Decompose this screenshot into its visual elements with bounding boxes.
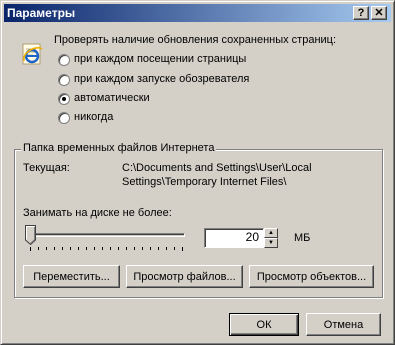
- spin-down-arrow-icon: ▼: [268, 240, 274, 246]
- settings-dialog: Параметры ? ✕ Проверять наличие обновлен…: [0, 0, 395, 345]
- option-label: автоматически: [74, 92, 150, 104]
- spin-down-button[interactable]: ▼: [264, 238, 278, 248]
- ok-button[interactable]: ОК: [229, 313, 299, 336]
- slider-tick: [46, 247, 47, 250]
- slider-tick: [78, 247, 79, 250]
- slider-tick: [110, 247, 111, 250]
- disk-space-label: Занимать на диске не более:: [23, 207, 172, 219]
- size-unit-label: МБ: [294, 232, 311, 244]
- slider-tick: [142, 247, 143, 250]
- help-button[interactable]: ?: [353, 6, 369, 20]
- slider-tick: [102, 247, 103, 250]
- option-label: при каждом запуске обозревателя: [74, 73, 250, 85]
- close-icon: ✕: [374, 6, 384, 19]
- spin-up-button[interactable]: ▲: [264, 228, 278, 238]
- cancel-button[interactable]: Отмена: [306, 313, 381, 336]
- slider-tick: [38, 247, 39, 250]
- view-files-button[interactable]: Просмотр файлов...: [126, 265, 243, 288]
- temp-files-group-label: Папка временных файлов Интернета: [21, 142, 217, 154]
- slider-tick: [174, 247, 175, 250]
- slider-tick: [166, 247, 167, 250]
- slider-tick: [182, 247, 183, 251]
- current-folder-path-line2: Settings\Temporary Internet Files\: [122, 176, 287, 188]
- slider-tick: [150, 247, 151, 250]
- radio-automatic[interactable]: [58, 93, 70, 105]
- disk-space-input[interactable]: 20: [204, 228, 264, 248]
- slider-tick: [70, 247, 71, 250]
- radio-every-visit[interactable]: [58, 54, 70, 66]
- slider-tick: [54, 247, 55, 250]
- window-title: Параметры: [7, 6, 76, 20]
- slider-tick: [126, 247, 127, 250]
- option-label: при каждом посещении страницы: [74, 53, 247, 65]
- current-folder-label: Текущая:: [23, 162, 70, 174]
- radio-every-start[interactable]: [58, 74, 70, 86]
- slider-tick: [94, 247, 95, 250]
- slider-tick: [118, 247, 119, 250]
- update-check-prompt: Проверять наличие обновления сохраненных…: [54, 34, 337, 46]
- radio-never[interactable]: [58, 112, 70, 124]
- view-objects-button[interactable]: Просмотр объектов...: [249, 265, 374, 288]
- slider-tick: [86, 247, 87, 250]
- slider-tick: [30, 247, 31, 251]
- current-folder-path-line1: C:\Documents and Settings\User\Local: [122, 162, 312, 174]
- disk-space-slider-track[interactable]: [27, 233, 185, 237]
- spin-up-arrow-icon: ▲: [268, 230, 274, 236]
- slider-tick: [62, 247, 63, 250]
- title-bar[interactable]: Параметры ? ✕: [4, 4, 391, 22]
- slider-thumb-icon[interactable]: [25, 225, 36, 245]
- move-folder-button[interactable]: Переместить...: [23, 265, 120, 288]
- slider-tick: [158, 247, 159, 250]
- option-label: никогда: [74, 111, 114, 123]
- close-button[interactable]: ✕: [371, 6, 387, 20]
- internet-explorer-icon: [22, 43, 43, 65]
- slider-tick: [134, 247, 135, 250]
